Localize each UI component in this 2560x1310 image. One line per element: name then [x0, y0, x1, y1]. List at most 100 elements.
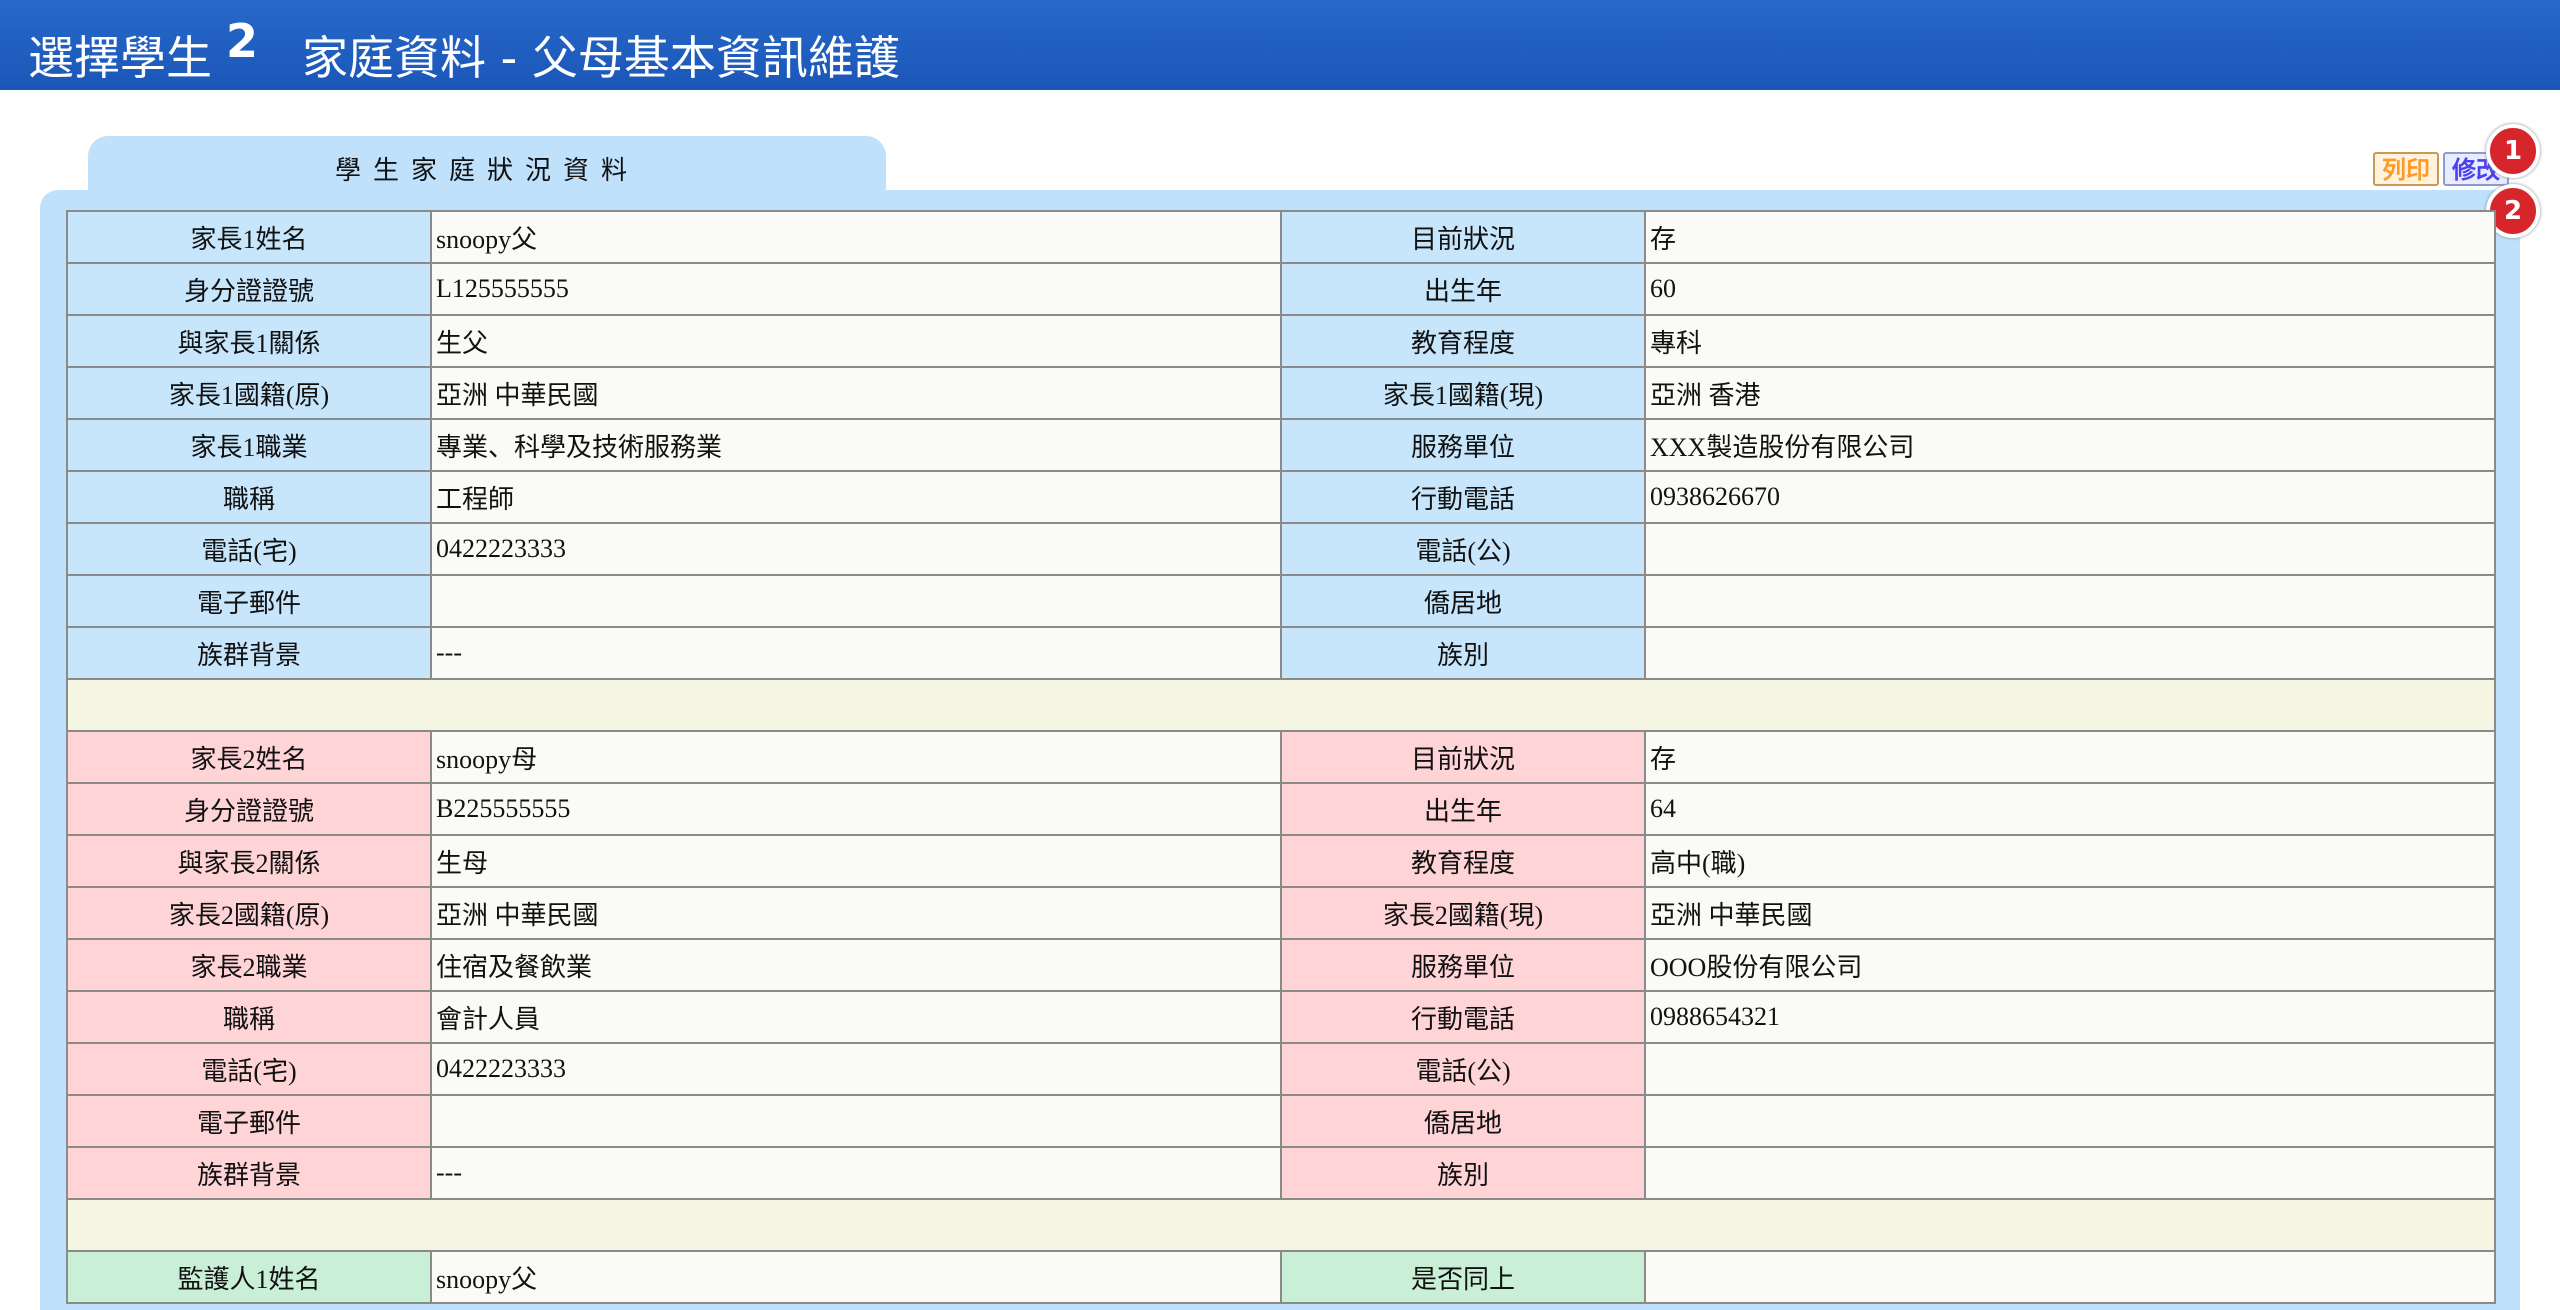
- field-value: [430, 574, 1282, 628]
- parent1-row: 族群背景 --- 族別: [66, 626, 2496, 680]
- field-label: 電話(宅): [66, 1042, 432, 1096]
- field-label: 電話(公): [1280, 1042, 1646, 1096]
- field-label: 目前狀況: [1280, 210, 1646, 264]
- field-value: 64: [1644, 782, 2496, 836]
- field-label: 僑居地: [1280, 1094, 1646, 1148]
- field-value: 住宿及餐飲業: [430, 938, 1282, 992]
- parent1-row: 職稱 工程師 行動電話 0938626670: [66, 470, 2496, 524]
- field-value: XXX製造股份有限公司: [1644, 418, 2496, 472]
- field-value: 亞洲 中華民國: [1644, 886, 2496, 940]
- field-value: 0938626670: [1644, 470, 2496, 524]
- field-label: 家長2職業: [66, 938, 432, 992]
- field-value: 生母: [430, 834, 1282, 888]
- field-value: [1644, 1146, 2496, 1200]
- field-value: 專科: [1644, 314, 2496, 368]
- field-value: 存: [1644, 210, 2496, 264]
- field-label: 家長1姓名: [66, 210, 432, 264]
- parent1-row: 身分證證號 L125555555 出生年 60: [66, 262, 2496, 316]
- title-bar: 選擇學生 2 家庭資料 - 父母基本資訊維護: [0, 0, 2560, 90]
- field-label: 家長1國籍(現): [1280, 366, 1646, 420]
- field-label: 電話(宅): [66, 522, 432, 576]
- field-value: snoopy父: [430, 1250, 1282, 1304]
- field-label: 與家長1關係: [66, 314, 432, 368]
- field-label: 族群背景: [66, 626, 432, 680]
- field-value: [1644, 1042, 2496, 1096]
- select-student-label[interactable]: 選擇學生: [28, 22, 212, 88]
- parent1-row: 電子郵件 僑居地: [66, 574, 2496, 628]
- print-button[interactable]: 列印: [2373, 152, 2439, 186]
- parent2-row: 電子郵件 僑居地: [66, 1094, 2496, 1148]
- field-label: 電子郵件: [66, 1094, 432, 1148]
- field-value: 亞洲 中華民國: [430, 366, 1282, 420]
- field-value: 專業、科學及技術服務業: [430, 418, 1282, 472]
- field-label: 出生年: [1280, 262, 1646, 316]
- field-value: 高中(職): [1644, 834, 2496, 888]
- field-label: 出生年: [1280, 782, 1646, 836]
- field-label: 目前狀況: [1280, 730, 1646, 784]
- field-label: 族別: [1280, 626, 1646, 680]
- parent2-row: 族群背景 --- 族別: [66, 1146, 2496, 1200]
- section-separator: [66, 1198, 2496, 1252]
- field-label: 家長2姓名: [66, 730, 432, 784]
- field-label: 族群背景: [66, 1146, 432, 1200]
- field-label: 身分證證號: [66, 782, 432, 836]
- field-label: 職稱: [66, 470, 432, 524]
- field-value: [1644, 522, 2496, 576]
- parent1-row: 家長1姓名 snoopy父 目前狀況存: [66, 210, 2496, 264]
- field-value: snoopy母: [430, 730, 1282, 784]
- field-label: 教育程度: [1280, 834, 1646, 888]
- field-label: 職稱: [66, 990, 432, 1044]
- section-separator: [66, 678, 2496, 732]
- field-value: 60: [1644, 262, 2496, 316]
- parent1-row: 家長1職業 專業、科學及技術服務業 服務單位 XXX製造股份有限公司: [66, 418, 2496, 472]
- field-label: 監護人1姓名: [66, 1250, 432, 1304]
- parent2-row: 職稱 會計人員 行動電話 0988654321: [66, 990, 2496, 1044]
- field-value: 亞洲 中華民國: [430, 886, 1282, 940]
- field-value: 生父: [430, 314, 1282, 368]
- guardian1-row: 監護人1姓名 snoopy父 是否同上: [66, 1250, 2496, 1304]
- field-label: 與家長2關係: [66, 834, 432, 888]
- tab-family-status[interactable]: 學生家庭狀況資料: [88, 136, 886, 192]
- parent2-row: 家長2職業 住宿及餐飲業 服務單位 OOO股份有限公司: [66, 938, 2496, 992]
- field-value: L125555555: [430, 262, 1282, 316]
- parent2-row: 身分證證號 B225555555 出生年 64: [66, 782, 2496, 836]
- field-label: 家長2國籍(現): [1280, 886, 1646, 940]
- field-label: 教育程度: [1280, 314, 1646, 368]
- parent2-row: 電話(宅) 0422223333 電話(公): [66, 1042, 2496, 1096]
- field-value: ---: [430, 1146, 1282, 1200]
- field-label: 家長2國籍(原): [66, 886, 432, 940]
- field-label: 是否同上: [1280, 1250, 1646, 1304]
- parent2-row: 與家長2關係 生母 教育程度 高中(職): [66, 834, 2496, 888]
- field-value: 0988654321: [1644, 990, 2496, 1044]
- field-value: 工程師: [430, 470, 1282, 524]
- page-title: 家庭資料 - 父母基本資訊維護: [302, 31, 900, 85]
- field-value: 0422223333: [430, 1042, 1282, 1096]
- field-value: B225555555: [430, 782, 1282, 836]
- parent1-row: 電話(宅) 0422223333 電話(公): [66, 522, 2496, 576]
- field-value: [1644, 1250, 2496, 1304]
- parent2-row: 家長2國籍(原) 亞洲 中華民國 家長2國籍(現) 亞洲 中華民國: [66, 886, 2496, 940]
- field-value: [1644, 626, 2496, 680]
- field-label: 僑居地: [1280, 574, 1646, 628]
- field-value: OOO股份有限公司: [1644, 938, 2496, 992]
- field-label: 家長1職業: [66, 418, 432, 472]
- field-label: 家長1國籍(原): [66, 366, 432, 420]
- field-label: 行動電話: [1280, 990, 1646, 1044]
- field-label: 身分證證號: [66, 262, 432, 316]
- field-value: [1644, 574, 2496, 628]
- field-label: 行動電話: [1280, 470, 1646, 524]
- field-value: snoopy父: [430, 210, 1282, 264]
- field-label: 服務單位: [1280, 938, 1646, 992]
- field-value: [1644, 1094, 2496, 1148]
- step-number: 2: [226, 14, 259, 68]
- parent1-row: 與家長1關係 生父 教育程度 專科: [66, 314, 2496, 368]
- parent2-row: 家長2姓名 snoopy母 目前狀況存: [66, 730, 2496, 784]
- field-value: 會計人員: [430, 990, 1282, 1044]
- field-label: 電話(公): [1280, 522, 1646, 576]
- field-label: 族別: [1280, 1146, 1646, 1200]
- parent1-row: 家長1國籍(原) 亞洲 中華民國 家長1國籍(現) 亞洲 香港: [66, 366, 2496, 420]
- field-label: 電子郵件: [66, 574, 432, 628]
- field-value: 亞洲 香港: [1644, 366, 2496, 420]
- annotation-marker-1: 1: [2486, 124, 2540, 178]
- field-value: 0422223333: [430, 522, 1282, 576]
